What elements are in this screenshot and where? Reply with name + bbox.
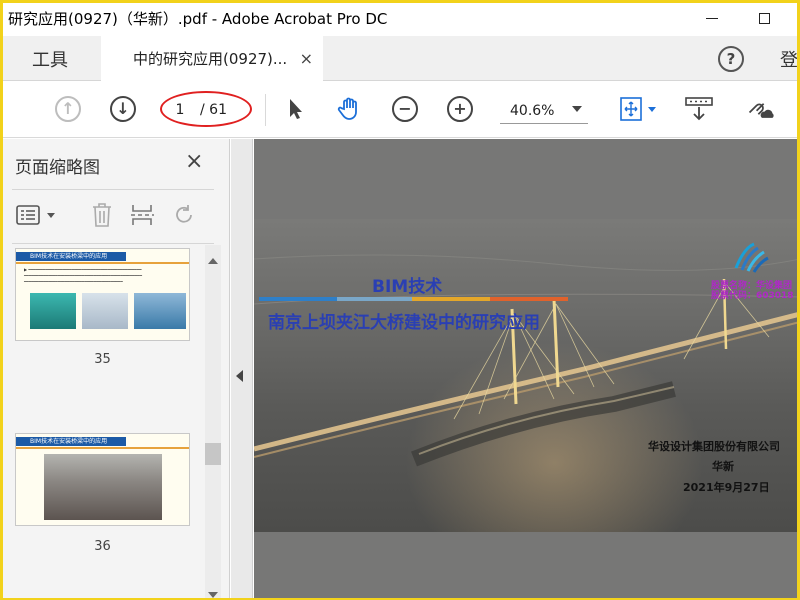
company-name: 华设设计集团股份有限公司 <box>648 440 780 453</box>
hand-icon <box>337 97 357 120</box>
chevron-down-icon <box>572 106 582 112</box>
fit-page-button[interactable] <box>616 94 660 124</box>
slide-subtitle: 南京上坝夹江大桥建设中的研究应用 <box>268 313 540 333</box>
previous-page-button[interactable]: ↑ <box>53 94 83 124</box>
share-link-button[interactable] <box>746 94 776 124</box>
thumbnail-panel: 页面缩略图 × <box>0 139 230 600</box>
divider <box>12 243 214 244</box>
extract-page-button[interactable] <box>128 201 156 229</box>
chevron-down-icon <box>208 592 218 598</box>
fit-page-icon <box>620 97 656 121</box>
page-margin-top <box>254 139 800 219</box>
panel-title: 页面缩略图 <box>15 158 100 178</box>
scroll-up-button[interactable] <box>205 253 221 269</box>
options-button[interactable] <box>12 201 60 229</box>
toolbar-divider <box>265 94 266 126</box>
page-margin-bottom <box>254 532 800 600</box>
zoom-in-button[interactable]: + <box>445 94 475 124</box>
thumbnail-scrollbar[interactable] <box>205 245 221 600</box>
scroll-mode-icon <box>685 97 713 121</box>
next-page-button[interactable]: ↓ <box>108 94 138 124</box>
tab-document[interactable]: 中的研究应用(0927)... × <box>101 36 323 81</box>
maximize-button[interactable] <box>752 6 776 30</box>
tab-close-icon[interactable]: × <box>300 49 313 68</box>
thumbnail-body-text: ▶ ━━━━━━━━━━━━━━━━━━━━━━━━━━━━━━━━━━━━━━… <box>24 267 143 284</box>
scroll-down-button[interactable] <box>205 592 221 600</box>
panel-toolbar <box>12 197 212 233</box>
scrollbar-thumb[interactable] <box>205 443 221 465</box>
tab-bar: 工具 中的研究应用(0927)... × <box>0 36 800 81</box>
tab-tools[interactable]: 工具 <box>0 36 100 81</box>
stock-code: 股票代码：603018 <box>711 291 794 301</box>
zoom-value: 40.6% <box>510 102 555 119</box>
options-icon <box>16 205 55 225</box>
minimize-icon <box>706 17 718 19</box>
thumbnail-image <box>134 293 186 329</box>
link-cloud-icon <box>748 103 774 118</box>
title-bar-segment <box>337 297 412 301</box>
extract-icon <box>131 205 154 225</box>
minimize-button[interactable] <box>700 6 724 30</box>
thumbnail-image <box>44 454 162 520</box>
thumbnail-page-35[interactable]: BIM技术在安装桥梁中的应用 ▶ ━━━━━━━━━━━━━━━━━━━━━━━… <box>15 248 190 341</box>
slide-title: BIM技术 <box>372 277 443 297</box>
chevron-up-icon <box>208 258 218 264</box>
delete-icon <box>93 203 111 227</box>
maximize-icon <box>758 12 770 24</box>
thumbnail-page-36[interactable]: BIM技术在安装桥梁中的应用 <box>15 433 190 526</box>
rotate-page-button[interactable] <box>170 201 198 229</box>
scroll-mode-button[interactable] <box>684 94 714 124</box>
zoom-out-button[interactable]: − <box>390 94 420 124</box>
thumbnail-rule <box>16 262 189 264</box>
title-bar-segment <box>490 297 568 301</box>
thumbnail-label-36: 36 <box>94 539 111 554</box>
select-tool-button[interactable] <box>281 94 311 124</box>
thumbnail-label-35: 35 <box>94 352 111 367</box>
zoom-out-icon: − <box>392 96 418 122</box>
arrow-up-icon: ↑ <box>55 96 81 122</box>
window-title: 研究应用(0927)（华新）.pdf - Adobe Acrobat Pro D… <box>8 10 388 28</box>
presentation-date: 2021年9月27日 <box>683 481 770 494</box>
rotate-icon <box>176 205 192 223</box>
divider <box>12 189 214 190</box>
company-logo <box>734 242 769 273</box>
select-arrow-icon <box>290 99 302 119</box>
help-icon[interactable]: ? <box>718 46 744 72</box>
tab-document-label: 中的研究应用(0927)... <box>133 50 288 68</box>
thumbnail-heading: BIM技术在安装桥梁中的应用 <box>16 437 126 446</box>
thumbnail-image <box>30 293 76 329</box>
delete-page-button[interactable] <box>88 201 116 229</box>
title-bar-segment <box>412 297 490 301</box>
thumbnail-heading: BIM技术在安装桥梁中的应用 <box>16 252 126 261</box>
collapse-panel-icon[interactable] <box>236 370 243 382</box>
arrow-down-icon: ↓ <box>110 96 136 122</box>
thumbnail-image <box>82 293 128 329</box>
title-bar-segment <box>259 297 337 301</box>
close-icon[interactable]: × <box>185 149 203 174</box>
title-bar: 研究应用(0927)（华新）.pdf - Adobe Acrobat Pro D… <box>0 0 800 36</box>
login-link[interactable]: 登 <box>780 46 798 72</box>
annotation-oval <box>160 91 252 127</box>
author-name: 华新 <box>712 460 734 473</box>
zoom-in-icon: + <box>447 96 473 122</box>
thumbnail-rule <box>16 447 189 449</box>
zoom-select[interactable]: 40.6% <box>500 98 588 124</box>
hand-tool-button[interactable] <box>335 94 365 124</box>
